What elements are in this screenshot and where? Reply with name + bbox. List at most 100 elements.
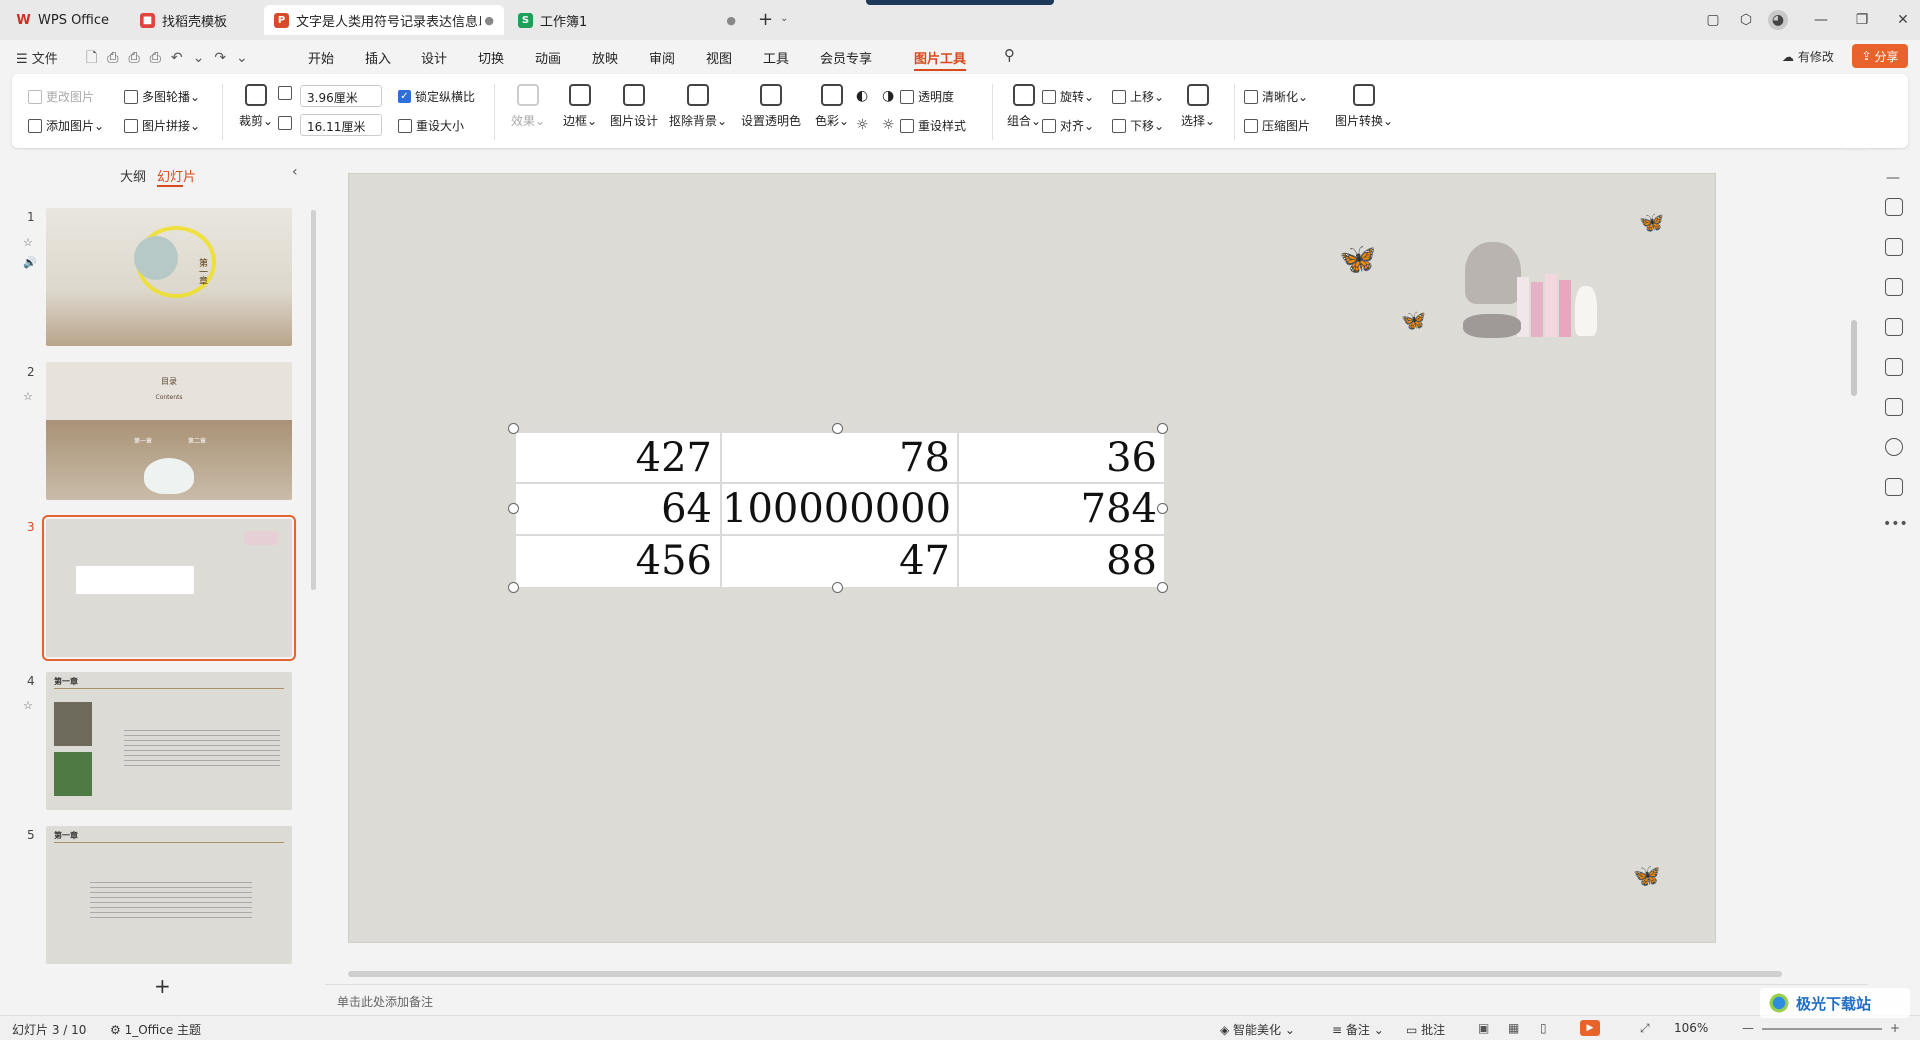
sharpen-button[interactable]: 清晰化 ⌄ [1244, 88, 1308, 105]
collapse-icon[interactable]: — [1886, 170, 1900, 186]
rotate-button[interactable]: 旋转 ⌄ [1042, 88, 1094, 105]
menu-design[interactable]: 设计 [421, 48, 447, 67]
multi-carousel-button[interactable]: 多图轮播 ⌄ [124, 88, 200, 105]
resize-handle[interactable] [1157, 582, 1168, 593]
resize-handle[interactable] [832, 582, 843, 593]
height-input[interactable]: 16.11厘米 [300, 114, 382, 136]
reset-style-button[interactable]: 重设样式 [900, 117, 966, 134]
menu-view[interactable]: 视图 [706, 48, 732, 67]
contrast-decrease-icon[interactable]: ◑ [882, 88, 894, 104]
new-tab-button[interactable]: + [758, 9, 773, 30]
slide-thumbnail-3-selected[interactable] [42, 515, 296, 661]
select-button[interactable]: 选择⌄ [1172, 84, 1224, 129]
unsaved-dot-icon[interactable]: ● [484, 14, 494, 27]
fit-window-icon[interactable]: ⤢ [1640, 1021, 1650, 1036]
send-backward-button[interactable]: 下移 ⌄ [1112, 117, 1164, 134]
slide-thumbnail-1[interactable]: 第一章 [46, 208, 292, 346]
add-picture-button[interactable]: 添加图片 ⌄ [28, 117, 104, 134]
star-icon[interactable] [1885, 238, 1903, 256]
brightness-decrease-icon[interactable]: ☼ [882, 117, 895, 133]
tab-wps-office[interactable]: W WPS Office [6, 5, 124, 35]
normal-view-icon[interactable]: ▣ [1478, 1021, 1489, 1035]
menu-member[interactable]: 会员专享 [820, 48, 872, 67]
file-menu[interactable]: ☰ 文件 [16, 48, 58, 67]
brightness-increase-icon[interactable]: ☼ [856, 117, 869, 133]
avatar[interactable]: ◕ [1768, 10, 1788, 30]
color-button[interactable]: 色彩⌄ [806, 84, 858, 129]
copy-icon[interactable] [1885, 278, 1903, 296]
minimize-icon[interactable]: — [1811, 10, 1831, 30]
add-slide-button[interactable]: + [154, 974, 171, 998]
slide-thumbnail-5[interactable]: 第一章 [46, 826, 292, 964]
window-close-icon[interactable]: ✕ [1893, 10, 1913, 30]
book-icon[interactable] [1885, 398, 1903, 416]
zoom-slider[interactable] [1762, 1028, 1882, 1030]
lock-ratio-checkbox[interactable]: ✓ 锁定纵横比 [398, 88, 475, 105]
close-icon[interactable]: ● [726, 14, 736, 27]
align-button[interactable]: 对齐 ⌄ [1042, 117, 1094, 134]
comments-button[interactable]: ▭ 批注 [1406, 1021, 1445, 1038]
width-input[interactable]: 3.96厘米 [300, 85, 382, 107]
zoom-in-icon[interactable]: + [1890, 1021, 1900, 1035]
picture-icon[interactable] [1885, 318, 1903, 336]
cube-icon[interactable]: ⬡ [1736, 10, 1756, 30]
bring-forward-button[interactable]: 上移 ⌄ [1112, 88, 1164, 105]
resize-handle[interactable] [508, 503, 519, 514]
slide-thumbnail-4[interactable]: 第一章 [46, 672, 292, 810]
grid-view-icon[interactable]: ▦ [1508, 1021, 1519, 1035]
tab-slides[interactable]: 幻灯片 [157, 166, 196, 185]
tab-template[interactable]: ■ 找稻壳模板 [130, 5, 260, 35]
resize-handle[interactable] [832, 423, 843, 434]
collapse-panel-icon[interactable]: ‹ [292, 164, 298, 180]
resize-handle[interactable] [508, 582, 519, 593]
chevron-down-icon[interactable]: ⌄ [780, 13, 788, 24]
shirt-icon[interactable] [1885, 478, 1903, 496]
horizontal-scrollbar[interactable] [348, 971, 1782, 977]
menu-animation[interactable]: 动画 [535, 48, 561, 67]
properties-icon[interactable] [1885, 198, 1903, 216]
slide-thumbnail-2[interactable]: 目录 Contents 第一章 第二章 [46, 362, 292, 500]
menu-review[interactable]: 审阅 [649, 48, 675, 67]
resize-handle[interactable] [508, 423, 519, 434]
notes-button[interactable]: ≡ 备注 ⌄ [1332, 1021, 1384, 1038]
quick-access-toolbar[interactable]: 🗋⎙⎙⎙↶⌄↷⌄ [86, 47, 258, 71]
smart-beautify-button[interactable]: ◈ 智能美化 ⌄ [1220, 1021, 1295, 1038]
set-transparent-color-button[interactable]: 设置透明色 [738, 84, 804, 129]
tools-icon[interactable] [1885, 358, 1903, 376]
restore-icon[interactable]: ❐ [1852, 10, 1872, 30]
reading-view-icon[interactable]: ▯ [1540, 1021, 1547, 1035]
tab-outline[interactable]: 大纲 [120, 166, 146, 185]
search-icon[interactable]: ⚲ [1004, 46, 1015, 64]
menu-insert[interactable]: 插入 [365, 48, 391, 67]
play-slideshow-button[interactable]: ▶ [1580, 1020, 1600, 1036]
reset-size-button[interactable]: 重设大小 [398, 117, 464, 134]
contrast-increase-icon[interactable]: ◐ [856, 88, 868, 104]
border-button[interactable]: 边框⌄ [554, 84, 606, 129]
effects-button[interactable]: 效果⌄ [502, 84, 554, 129]
picture-convert-button[interactable]: 图片转换⌄ [1332, 84, 1396, 129]
layout-icon[interactable]: ▢ [1703, 10, 1723, 30]
modified-indicator[interactable]: ☁ 有修改 [1782, 48, 1834, 65]
change-picture-button[interactable]: 更改图片 [28, 88, 94, 105]
tab-document-active[interactable]: P 文字是人类用符号记录表达信息以 ● [264, 5, 504, 35]
table-image-selected[interactable]: 427 78 36 64 100000000 784 456 47 88 [516, 431, 1164, 587]
vertical-scrollbar[interactable] [1851, 320, 1857, 396]
help-icon[interactable] [1885, 438, 1903, 456]
picture-collage-button[interactable]: 图片拼接 ⌄ [124, 117, 200, 134]
menu-transition[interactable]: 切换 [478, 48, 504, 67]
theme-indicator[interactable]: ⚙ 1_Office 主题 [110, 1021, 201, 1038]
crop-button[interactable]: 裁剪⌄ [230, 84, 282, 129]
resize-handle[interactable] [1157, 423, 1168, 434]
zoom-level[interactable]: 106% [1674, 1021, 1708, 1035]
remove-background-button[interactable]: 抠除背景⌄ [668, 84, 728, 129]
tab-workbook[interactable]: S 工作簿1 ● [508, 5, 746, 35]
menu-tools[interactable]: 工具 [763, 48, 789, 67]
panel-scrollbar[interactable] [311, 210, 316, 590]
menu-start[interactable]: 开始 [308, 48, 334, 67]
zoom-out-icon[interactable]: — [1742, 1021, 1754, 1035]
compress-picture-button[interactable]: 压缩图片 [1244, 117, 1310, 134]
transparency-button[interactable]: 透明度 [900, 88, 954, 105]
more-icon[interactable]: ••• [1883, 516, 1908, 532]
picture-design-button[interactable]: 图片设计 [608, 84, 660, 129]
menu-picture-tools[interactable]: 图片工具 [914, 48, 967, 71]
